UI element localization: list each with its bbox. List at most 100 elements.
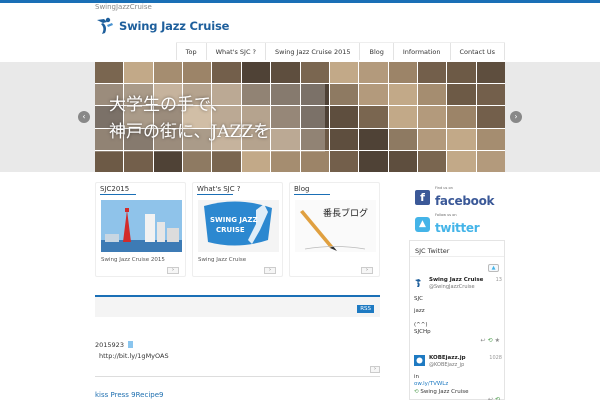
tweet-text-line: (^^)	[414, 322, 428, 328]
mosaic-photo-tile	[447, 128, 476, 150]
card-title-underline	[294, 194, 330, 195]
tweet-actions: ↩⟲★	[481, 337, 502, 344]
tweet-actions: ↩⟲	[488, 396, 502, 400]
card-blog[interactable]: Blog 番長ブログ ›	[289, 182, 380, 277]
news-entry-title[interactable]: kiss Press 9Recipe9	[95, 391, 163, 399]
facebook-icon: f	[415, 189, 430, 205]
card-more-button[interactable]: ›	[167, 267, 179, 274]
new-flag-icon	[127, 341, 133, 348]
tweet-author-handle[interactable]: @KOBEjazz_jp	[429, 362, 464, 368]
mosaic-photo-tile	[271, 150, 300, 172]
nav-contact-us[interactable]: Contact Us	[449, 43, 505, 60]
sjc-logo-image[interactable]: SWING JAZZ CRUISE	[198, 200, 279, 252]
card-whats-sjc[interactable]: What's SJC ? SWING JAZZ CRUISE Swing Jaz…	[192, 182, 283, 277]
retweet-icon[interactable]: ⟲	[488, 337, 495, 344]
mosaic-photo-tile	[388, 150, 417, 172]
mosaic-photo-tile	[359, 84, 388, 106]
kobe-port-tower-image[interactable]	[101, 200, 182, 252]
mosaic-photo-tile	[153, 62, 183, 84]
news-entry-more-button[interactable]: ›	[370, 366, 380, 373]
mosaic-photo-tile	[447, 106, 476, 128]
slider-prev-arrow-icon[interactable]: ‹	[78, 111, 90, 123]
card-more-button[interactable]: ›	[264, 267, 276, 274]
card-title-underline	[100, 194, 136, 195]
mosaic-photo-tile	[359, 62, 388, 84]
news-header-bar: RSS	[95, 295, 380, 317]
card-title: SJC2015	[100, 185, 130, 193]
mosaic-photo-tile	[417, 106, 447, 128]
mosaic-photo-tile	[329, 84, 359, 106]
favorite-icon[interactable]: ★	[495, 337, 502, 344]
mosaic-photo-tile	[95, 150, 124, 172]
nav-blog[interactable]: Blog	[359, 43, 392, 60]
retweet-icon[interactable]: ⟲	[495, 396, 502, 400]
tweet-text-line: in	[414, 374, 420, 380]
tweet-retweeted-by: ⟲ Swing Jazz Cruise	[414, 389, 469, 395]
reply-icon[interactable]: ↩	[481, 337, 488, 344]
mosaic-photo-tile	[447, 62, 476, 84]
mosaic-photo-tile	[476, 128, 505, 150]
mosaic-photo-tile	[476, 106, 505, 128]
mosaic-photo-tile	[476, 150, 505, 172]
twitter-follow-us-label: Follow us on	[435, 212, 457, 217]
card-caption: Swing Jazz Cruise	[198, 257, 247, 263]
tweet-author-name[interactable]: KOBEjazz.jp	[429, 355, 466, 361]
mosaic-photo-tile	[153, 150, 183, 172]
tweet-link[interactable]: ow.ly/TVWLz	[414, 381, 448, 387]
mosaic-photo-tile	[212, 62, 241, 84]
tweet-item[interactable]: KOBEjazz.jp @KOBEjazz_jp 1028 in ow.ly/T…	[414, 355, 502, 400]
avatar[interactable]	[414, 277, 425, 288]
site-logo[interactable]: Swing Jazz Cruise	[95, 16, 229, 36]
mosaic-photo-tile	[329, 106, 359, 128]
mosaic-photo-tile	[359, 150, 388, 172]
mosaic-photo-tile	[359, 128, 388, 150]
feature-cards: SJC2015 Swing Jazz Cruise 2015 › What's …	[95, 182, 380, 277]
svg-text:CRUISE: CRUISE	[216, 226, 245, 234]
mosaic-photo-tile	[417, 128, 447, 150]
hero-slide-image[interactable]: 大学生の手で、 神戸の街に、JAZZを	[95, 62, 505, 172]
twitter-widget-title: SJC Twitter	[410, 241, 504, 257]
svg-text:SWING JAZZ: SWING JAZZ	[210, 216, 258, 224]
news-entry-date: 2015923	[95, 341, 133, 349]
card-sjc2015[interactable]: SJC2015 Swing Jazz Cruise 2015 ›	[95, 182, 186, 277]
mosaic-photo-tile	[417, 150, 447, 172]
tweet-item[interactable]: Swing Jazz Cruise @SwingJazzCruise 13 SJ…	[414, 277, 502, 344]
sidebar: f Find us on facebook ▲ Follow us on twi…	[409, 182, 505, 400]
mosaic-photo-tile	[300, 62, 329, 84]
slider-next-arrow-icon[interactable]: ›	[510, 111, 522, 123]
news-entry-link[interactable]: http://bit.ly/1gMyOAS	[99, 352, 169, 360]
mosaic-photo-tile	[359, 106, 388, 128]
tweet-timestamp[interactable]: 13	[496, 277, 502, 283]
tweet-author-name[interactable]: Swing Jazz Cruise	[429, 277, 483, 283]
twitter-banner[interactable]: ▲ Follow us on twitter	[409, 212, 505, 236]
card-more-button[interactable]: ›	[361, 267, 373, 274]
mosaic-photo-tile	[447, 84, 476, 106]
tweet-text-line: SJCHp	[414, 329, 431, 335]
tweet-timestamp[interactable]: 1028	[489, 355, 502, 361]
site-tagline: SwingJazzCruise	[95, 3, 152, 11]
mosaic-photo-tile	[212, 150, 241, 172]
mosaic-photo-tile	[388, 128, 417, 150]
mosaic-photo-tile	[124, 150, 153, 172]
tweet-author-handle[interactable]: @SwingJazzCruise	[429, 284, 475, 290]
rss-button[interactable]: RSS	[357, 305, 374, 313]
facebook-find-us-label: Find us on	[435, 185, 453, 190]
twitter-follow-bird-icon[interactable]: ▲	[488, 264, 499, 272]
nav-top[interactable]: Top	[175, 43, 206, 60]
twitter-timeline-widget: SJC Twitter ▲ Swing Jazz Cruise @SwingJa…	[409, 240, 505, 400]
nav-sjc-2015[interactable]: Swing Jazz Cruise 2015	[265, 43, 359, 60]
main-navigation: Top What's SJC ? Swing Jazz Cruise 2015 …	[175, 42, 505, 60]
card-caption: Swing Jazz Cruise 2015	[101, 257, 165, 263]
hero-slider: 大学生の手で、 神戸の街に、JAZZを ‹ ›	[0, 62, 600, 172]
blog-pencil-image[interactable]: 番長ブログ	[295, 200, 376, 252]
avatar[interactable]	[414, 355, 425, 366]
reply-icon[interactable]: ↩	[488, 396, 495, 400]
nav-information[interactable]: Information	[392, 43, 450, 60]
slide-headline-1: 大学生の手で、	[109, 95, 228, 115]
facebook-banner[interactable]: f Find us on facebook	[409, 185, 505, 209]
twitter-wordmark: twitter	[435, 220, 480, 235]
mosaic-photo-tile	[329, 128, 359, 150]
card-title: Blog	[294, 185, 310, 193]
nav-whats-sjc[interactable]: What's SJC ?	[205, 43, 265, 60]
twitter-bird-icon: ▲	[415, 216, 430, 232]
